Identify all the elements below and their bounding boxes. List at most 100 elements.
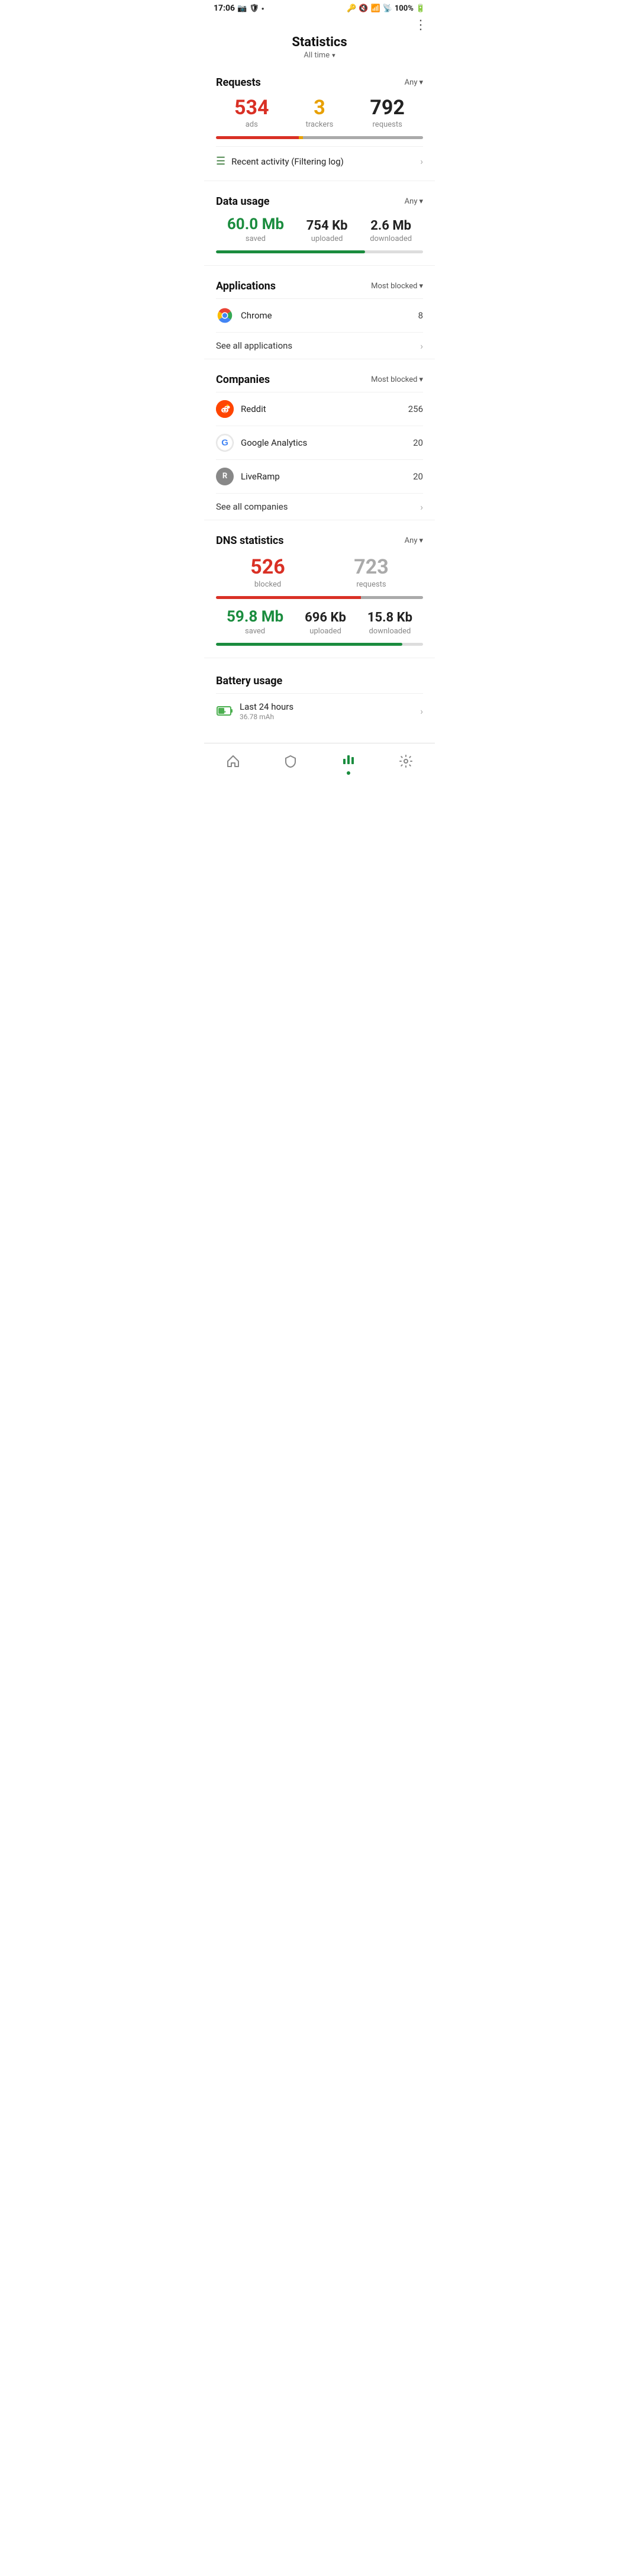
downloaded-amount: 2.6 Mb: [370, 219, 412, 233]
status-mute-icon: 🔇: [359, 4, 368, 13]
nav-home[interactable]: [219, 752, 247, 774]
data-usage-header: Data usage Any ▾: [216, 195, 423, 208]
companies-filter[interactable]: Most blocked ▾: [371, 375, 423, 384]
more-menu-button[interactable]: ⋮: [414, 18, 428, 33]
dns-requests-label: requests: [354, 580, 389, 589]
applications-filter[interactable]: Most blocked ▾: [371, 282, 423, 291]
data-usage-bar: [216, 250, 423, 253]
status-signal-icon: 📡: [383, 4, 392, 13]
data-usage-filter[interactable]: Any ▾: [405, 197, 423, 206]
dns-stats-filter[interactable]: Any ▾: [405, 536, 423, 545]
dns-bar-rest: [361, 596, 423, 599]
dns-blocked-stat: 526 blocked: [250, 555, 285, 589]
battery-row-title: Last 24 hours: [240, 701, 293, 712]
status-time: 17:06: [214, 4, 235, 13]
liveramp-name: LiveRamp: [241, 471, 280, 482]
nav-settings[interactable]: [392, 752, 420, 774]
home-icon: [226, 754, 240, 772]
list-item-liveramp[interactable]: R LiveRamp 20: [216, 459, 423, 493]
applications-title: Applications: [216, 280, 276, 292]
list-item-google-analytics[interactable]: G Google Analytics 20: [216, 426, 423, 459]
data-usage-section: Data usage Any ▾ 60.0 Mb saved 754 Kb up…: [204, 186, 435, 253]
requests-count: 792: [370, 97, 405, 119]
battery-item-left: + Last 24 hours 36.78 mAh: [216, 701, 293, 721]
requests-title: Requests: [216, 76, 261, 89]
reddit-item-left: Reddit: [216, 400, 266, 418]
see-all-companies-row[interactable]: See all companies ›: [216, 493, 423, 515]
downloaded-label: downloaded: [370, 234, 412, 243]
dns-filter-chevron: ▾: [419, 536, 423, 545]
applications-header: Applications Most blocked ▾: [216, 280, 423, 292]
time-filter-label: All time: [304, 51, 330, 60]
nav-shield[interactable]: [276, 752, 305, 774]
status-battery-text: 100%: [395, 4, 414, 13]
status-left: 17:06 📷 🛡 ●: [214, 4, 264, 13]
requests-bar: [216, 136, 423, 139]
chrome-item-left: Chrome: [216, 307, 272, 324]
battery-row-sub: 36.78 mAh: [240, 713, 293, 721]
liveramp-icon: R: [216, 468, 234, 485]
trackers-label: trackers: [306, 120, 334, 129]
dns-uploaded-label: uploaded: [305, 627, 346, 636]
battery-row-icon: +: [216, 702, 234, 720]
dns-saved-stat: 59.8 Mb saved: [227, 608, 283, 636]
page-title: Statistics: [204, 33, 435, 51]
reddit-count: 256: [408, 404, 423, 414]
battery-title: Battery usage: [216, 675, 282, 687]
applications-section: Applications Most blocked ▾ Chrome: [204, 271, 435, 354]
requests-section-header: Requests Any ▾: [216, 76, 423, 89]
companies-title: Companies: [216, 373, 270, 386]
time-filter-chevron: ▾: [332, 51, 335, 59]
dns-blocked-label: blocked: [250, 580, 285, 589]
nav-stats[interactable]: [334, 749, 363, 777]
status-wifi-icon: 📶: [370, 4, 380, 13]
list-item-reddit[interactable]: Reddit 256: [216, 392, 423, 426]
status-shield-icon: 🛡: [249, 4, 259, 13]
dns-saved-amount: 59.8 Mb: [227, 608, 283, 626]
liveramp-item-left: R LiveRamp: [216, 468, 280, 485]
data-usage-filter-chevron: ▾: [419, 197, 423, 206]
dns-stats-header: DNS statistics Any ▾: [216, 534, 423, 547]
see-all-applications-row[interactable]: See all applications ›: [216, 332, 423, 354]
filter-list-icon: ☰: [216, 155, 225, 168]
battery-header: Battery usage: [216, 675, 423, 687]
status-dot: ●: [262, 6, 264, 11]
list-item-chrome[interactable]: Chrome 8: [216, 298, 423, 332]
bottom-nav: [204, 743, 435, 789]
battery-row[interactable]: + Last 24 hours 36.78 mAh ›: [216, 693, 423, 729]
shield-nav-icon: [283, 754, 298, 772]
google-analytics-icon: G: [216, 434, 234, 452]
applications-filter-chevron: ▾: [419, 282, 423, 291]
dns-downloaded-stat: 15.8 Kb downloaded: [367, 611, 412, 635]
status-key-icon: 🔑: [347, 4, 356, 13]
page-subtitle[interactable]: All time ▾: [204, 51, 435, 67]
dns-requests-count: 723: [354, 555, 389, 579]
trackers-count: 3: [306, 97, 334, 119]
battery-section: Battery usage + Last 24 hours 36.78 mAh …: [204, 663, 435, 729]
reddit-icon: [216, 400, 234, 418]
saved-stat: 60.0 Mb saved: [227, 216, 284, 243]
recent-activity-row[interactable]: ☰ Recent activity (Filtering log) ›: [216, 146, 423, 176]
requests-filter[interactable]: Any ▾: [405, 78, 423, 87]
dns-bar-1: [216, 596, 423, 599]
battery-arrow-icon: ›: [420, 706, 423, 717]
dns-data-bar: [216, 643, 423, 646]
chrome-icon: [216, 307, 234, 324]
dns-stats-title: DNS statistics: [216, 534, 284, 547]
dns-downloaded-amount: 15.8 Kb: [367, 611, 412, 625]
activity-label: Recent activity (Filtering log): [231, 156, 344, 167]
data-usage-row: 60.0 Mb saved 754 Kb uploaded 2.6 Mb dow…: [216, 214, 423, 248]
ads-count: 534: [234, 97, 269, 119]
see-all-applications-label: See all applications: [216, 340, 292, 351]
status-camera-icon: 📷: [237, 4, 247, 13]
dns-downloaded-label: downloaded: [367, 627, 412, 636]
ads-label: ads: [234, 120, 269, 129]
requests-stat: 792 requests: [370, 97, 405, 129]
stats-nav-icon: [341, 752, 356, 769]
requests-section: Requests Any ▾ 534 ads 3 trackers 792 re…: [204, 67, 435, 176]
liveramp-count: 20: [413, 471, 423, 482]
dns-bar-fill: [216, 596, 361, 599]
dns-data-fill: [216, 643, 402, 646]
status-right: 🔑 🔇 📶 📡 100% 🔋: [347, 4, 425, 13]
saved-amount: 60.0 Mb: [227, 216, 284, 233]
